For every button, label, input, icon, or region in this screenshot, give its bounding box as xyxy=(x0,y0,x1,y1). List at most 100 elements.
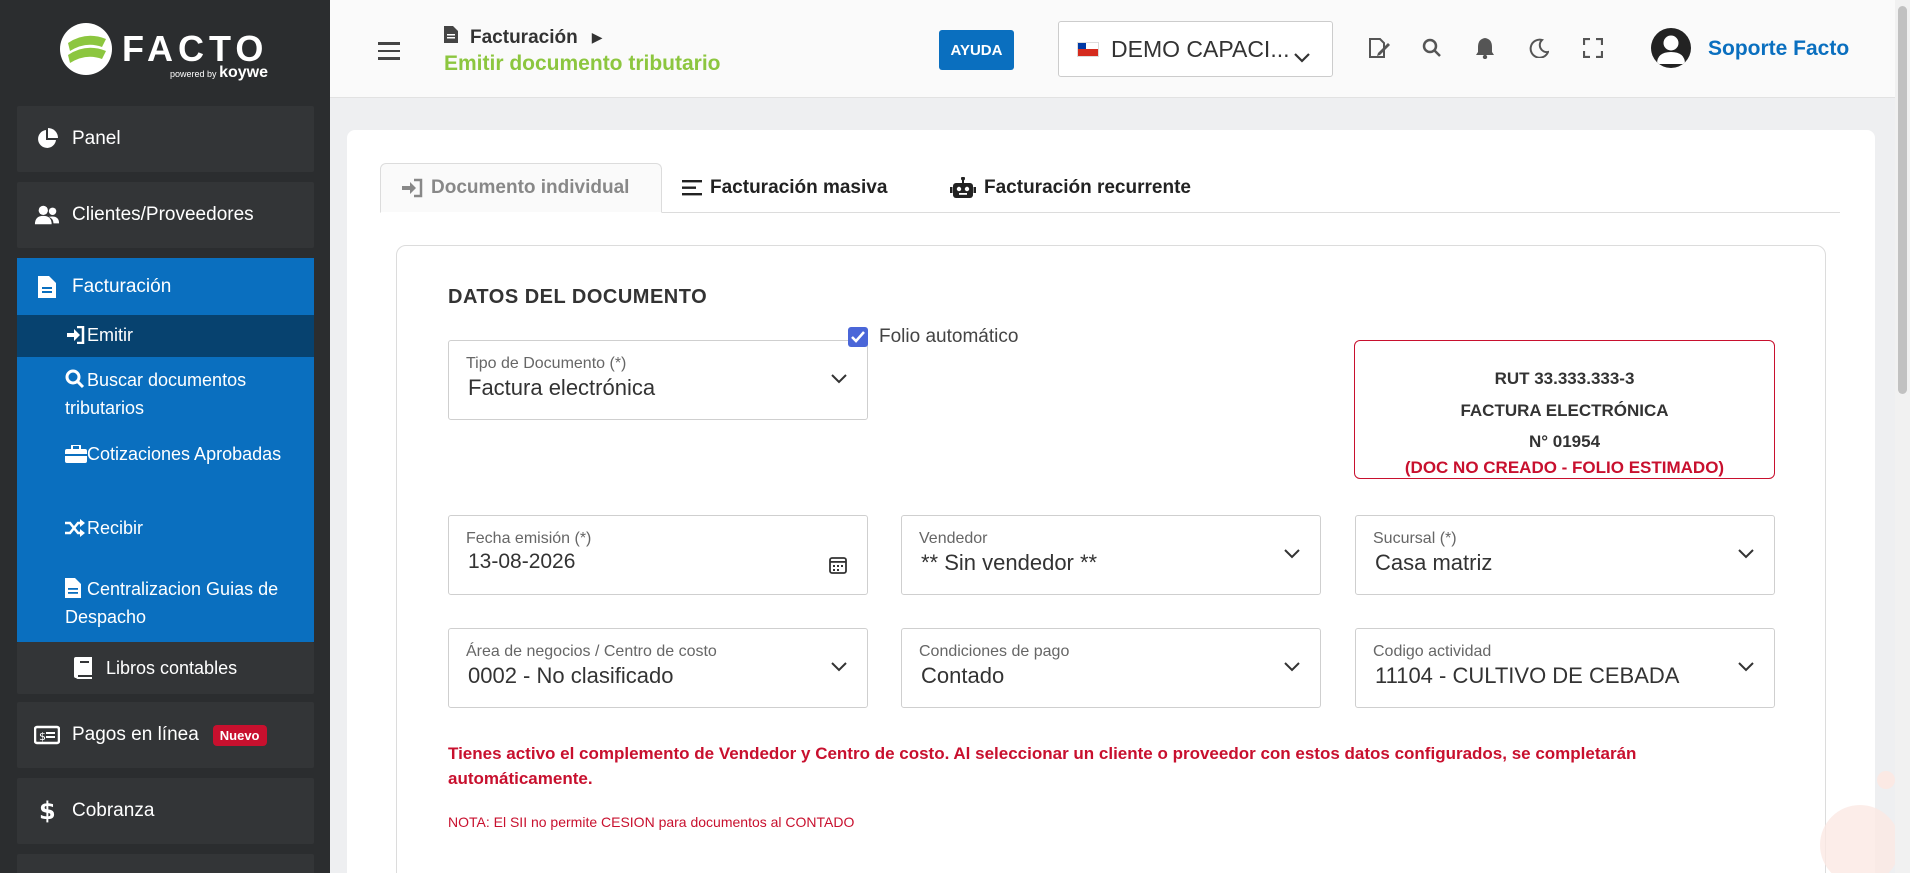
chat-widget-icon[interactable] xyxy=(1800,770,1900,873)
moon-icon[interactable] xyxy=(1527,36,1551,60)
fullscreen-icon[interactable] xyxy=(1581,36,1605,60)
user-name[interactable]: Soporte Facto xyxy=(1708,37,1849,61)
sidebar-subitem-label: Recibir xyxy=(87,518,144,538)
pie-chart-icon xyxy=(34,126,60,152)
field-label: Fecha emisión (*) xyxy=(466,530,592,547)
field-label: Área de negocios / Centro de costo xyxy=(466,643,717,660)
sidebar-item-label: Clientes/Proveedores xyxy=(72,204,254,225)
field-value: 0002 - No clasificado xyxy=(468,663,674,688)
sidebar-subitem-centralizacion[interactable]: Centralizacion Guias de Despacho xyxy=(17,577,314,630)
avatar[interactable] xyxy=(1651,28,1691,68)
sidebar-subitem-label: Centralizacion Guias de Despacho xyxy=(65,579,279,627)
sidebar-item-clientes[interactable]: Clientes/Proveedores xyxy=(17,182,314,248)
sign-in-icon xyxy=(401,178,423,198)
svg-text:$: $ xyxy=(39,730,46,743)
fecha-emision-field[interactable]: Fecha emisión (*) 13-08-2026 xyxy=(448,515,868,595)
checkbox-checked-icon xyxy=(848,327,868,347)
menu-toggle-icon[interactable] xyxy=(378,42,400,65)
cesion-note: NOTA: El SII no permite CESION para docu… xyxy=(448,814,855,830)
svg-text:$: $ xyxy=(39,799,55,823)
breadcrumb-item[interactable]: Facturación xyxy=(470,27,578,49)
logo-powered: powered xyxy=(170,69,205,79)
help-button[interactable]: AYUDA xyxy=(939,30,1014,70)
top-header: Facturación ▶ Emitir documento tributari… xyxy=(330,0,1895,98)
sidebar-item-label: Panel xyxy=(72,128,121,149)
folio-automatico-checkbox[interactable]: Folio automático xyxy=(848,326,1018,348)
breadcrumb: Facturación ▶ xyxy=(444,26,602,49)
logo-by: by xyxy=(207,69,217,79)
sidebar-item-facturacion[interactable]: Facturación xyxy=(17,258,314,315)
chevron-down-icon xyxy=(831,659,847,677)
field-label: Codigo actividad xyxy=(1373,643,1492,660)
logo-subtitle: powered by koywe xyxy=(170,64,268,82)
page-scrollbar[interactable] xyxy=(1895,0,1910,873)
sidebar-subitem-label: Emitir xyxy=(87,325,133,345)
chile-flag-icon xyxy=(1077,41,1099,57)
field-label: Tipo de Documento (*) xyxy=(466,355,627,372)
tabs-bar: Documento individual Facturación masiva … xyxy=(380,163,1840,213)
tab-label: Facturación recurrente xyxy=(984,177,1191,198)
company-select[interactable]: DEMO CAPACI... xyxy=(1058,21,1333,77)
tab-label: Facturación masiva xyxy=(710,177,888,198)
field-label: Condiciones de pago xyxy=(919,643,1070,660)
chevron-down-icon xyxy=(1294,42,1310,69)
sidebar-item-label: Libros contables xyxy=(106,657,238,678)
tab-documento-individual[interactable]: Documento individual xyxy=(380,163,662,213)
book-icon xyxy=(72,655,94,681)
sidebar: FACTO powered by koywe Panel Clientes/Pr… xyxy=(0,0,330,873)
chevron-down-icon xyxy=(1284,659,1300,677)
money-bill-icon: $ xyxy=(34,722,60,748)
search-icon[interactable] xyxy=(1420,36,1444,60)
codigo-actividad-select[interactable]: Codigo actividad 11104 - CULTIVO DE CEBA… xyxy=(1355,628,1775,708)
brand-name: FACTO xyxy=(122,28,269,69)
tab-facturacion-recurrente[interactable]: Facturación recurrente xyxy=(930,163,1211,213)
sidebar-subitem-label: Buscar documentos tributarios xyxy=(65,370,247,418)
tab-facturacion-masiva[interactable]: Facturación masiva xyxy=(662,163,907,213)
sidebar-item-cobranza[interactable]: $ Cobranza xyxy=(17,778,314,844)
new-badge: Nuevo xyxy=(212,724,267,746)
sidebar-item-more[interactable] xyxy=(17,854,314,873)
file-icon xyxy=(65,578,87,605)
sidebar-item-libros[interactable]: Libros contables xyxy=(17,642,314,694)
document-data-panel: DATOS DEL DOCUMENTO Tipo de Documento (*… xyxy=(396,245,1826,873)
main-card: Documento individual Facturación masiva … xyxy=(347,130,1875,873)
field-value: ** Sin vendedor ** xyxy=(921,550,1098,575)
bell-icon[interactable] xyxy=(1473,36,1497,60)
condiciones-pago-select[interactable]: Condiciones de pago Contado xyxy=(901,628,1321,708)
page-title: Emitir documento tributario xyxy=(444,52,721,75)
sucursal-select[interactable]: Sucursal (*) Casa matriz xyxy=(1355,515,1775,595)
company-name: DEMO CAPACI... xyxy=(1111,35,1290,62)
sidebar-item-panel[interactable]: Panel xyxy=(17,106,314,172)
folio-preview-box: RUT 33.333.333-3 FACTURA ELECTRÓNICA N° … xyxy=(1354,340,1775,479)
field-label: Vendedor xyxy=(919,530,988,547)
tipo-documento-select[interactable]: Tipo de Documento (*) Factura electrónic… xyxy=(448,340,868,420)
chevron-down-icon xyxy=(1738,659,1754,677)
facto-logo-icon xyxy=(58,21,114,77)
sidebar-subitem-recibir[interactable]: Recibir xyxy=(17,516,314,544)
sidebar-subitem-buscar[interactable]: Buscar documentos tributarios xyxy=(17,368,314,421)
sidebar-subitem-emitir[interactable]: Emitir xyxy=(17,315,314,357)
logo-partner: koywe xyxy=(219,64,268,81)
scrollbar-thumb[interactable] xyxy=(1898,6,1907,394)
sidebar-subitem-cotizaciones[interactable]: Cotizaciones Aprobadas xyxy=(17,442,314,470)
sidebar-item-label: Pagos en línea xyxy=(72,724,199,745)
sidebar-subitem-label: Cotizaciones Aprobadas xyxy=(87,444,282,464)
edit-document-icon[interactable] xyxy=(1367,36,1391,60)
chevron-down-icon xyxy=(831,371,847,389)
caret-right-icon: ▶ xyxy=(591,29,603,45)
complement-info-message: Tienes activo el complemento de Vendedor… xyxy=(448,744,1637,788)
calendar-icon[interactable] xyxy=(829,556,847,579)
file-icon xyxy=(444,26,458,49)
vendedor-select[interactable]: Vendedor ** Sin vendedor ** xyxy=(901,515,1321,595)
file-icon xyxy=(34,274,60,300)
sidebar-group-facturacion: Facturación Emitir Buscar documentos tri… xyxy=(17,258,314,642)
section-title: DATOS DEL DOCUMENTO xyxy=(448,286,708,308)
field-value: Contado xyxy=(921,663,1005,688)
sidebar-item-pagos[interactable]: $ Pagos en línea Nuevo xyxy=(17,702,314,768)
area-negocios-select[interactable]: Área de negocios / Centro de costo 0002 … xyxy=(448,628,868,708)
checkbox-label: Folio automático xyxy=(879,326,1019,347)
field-value: Casa matriz xyxy=(1375,550,1493,575)
chevron-down-icon xyxy=(1284,546,1300,564)
field-label: Sucursal (*) xyxy=(1373,530,1457,547)
robot-icon xyxy=(950,177,976,199)
